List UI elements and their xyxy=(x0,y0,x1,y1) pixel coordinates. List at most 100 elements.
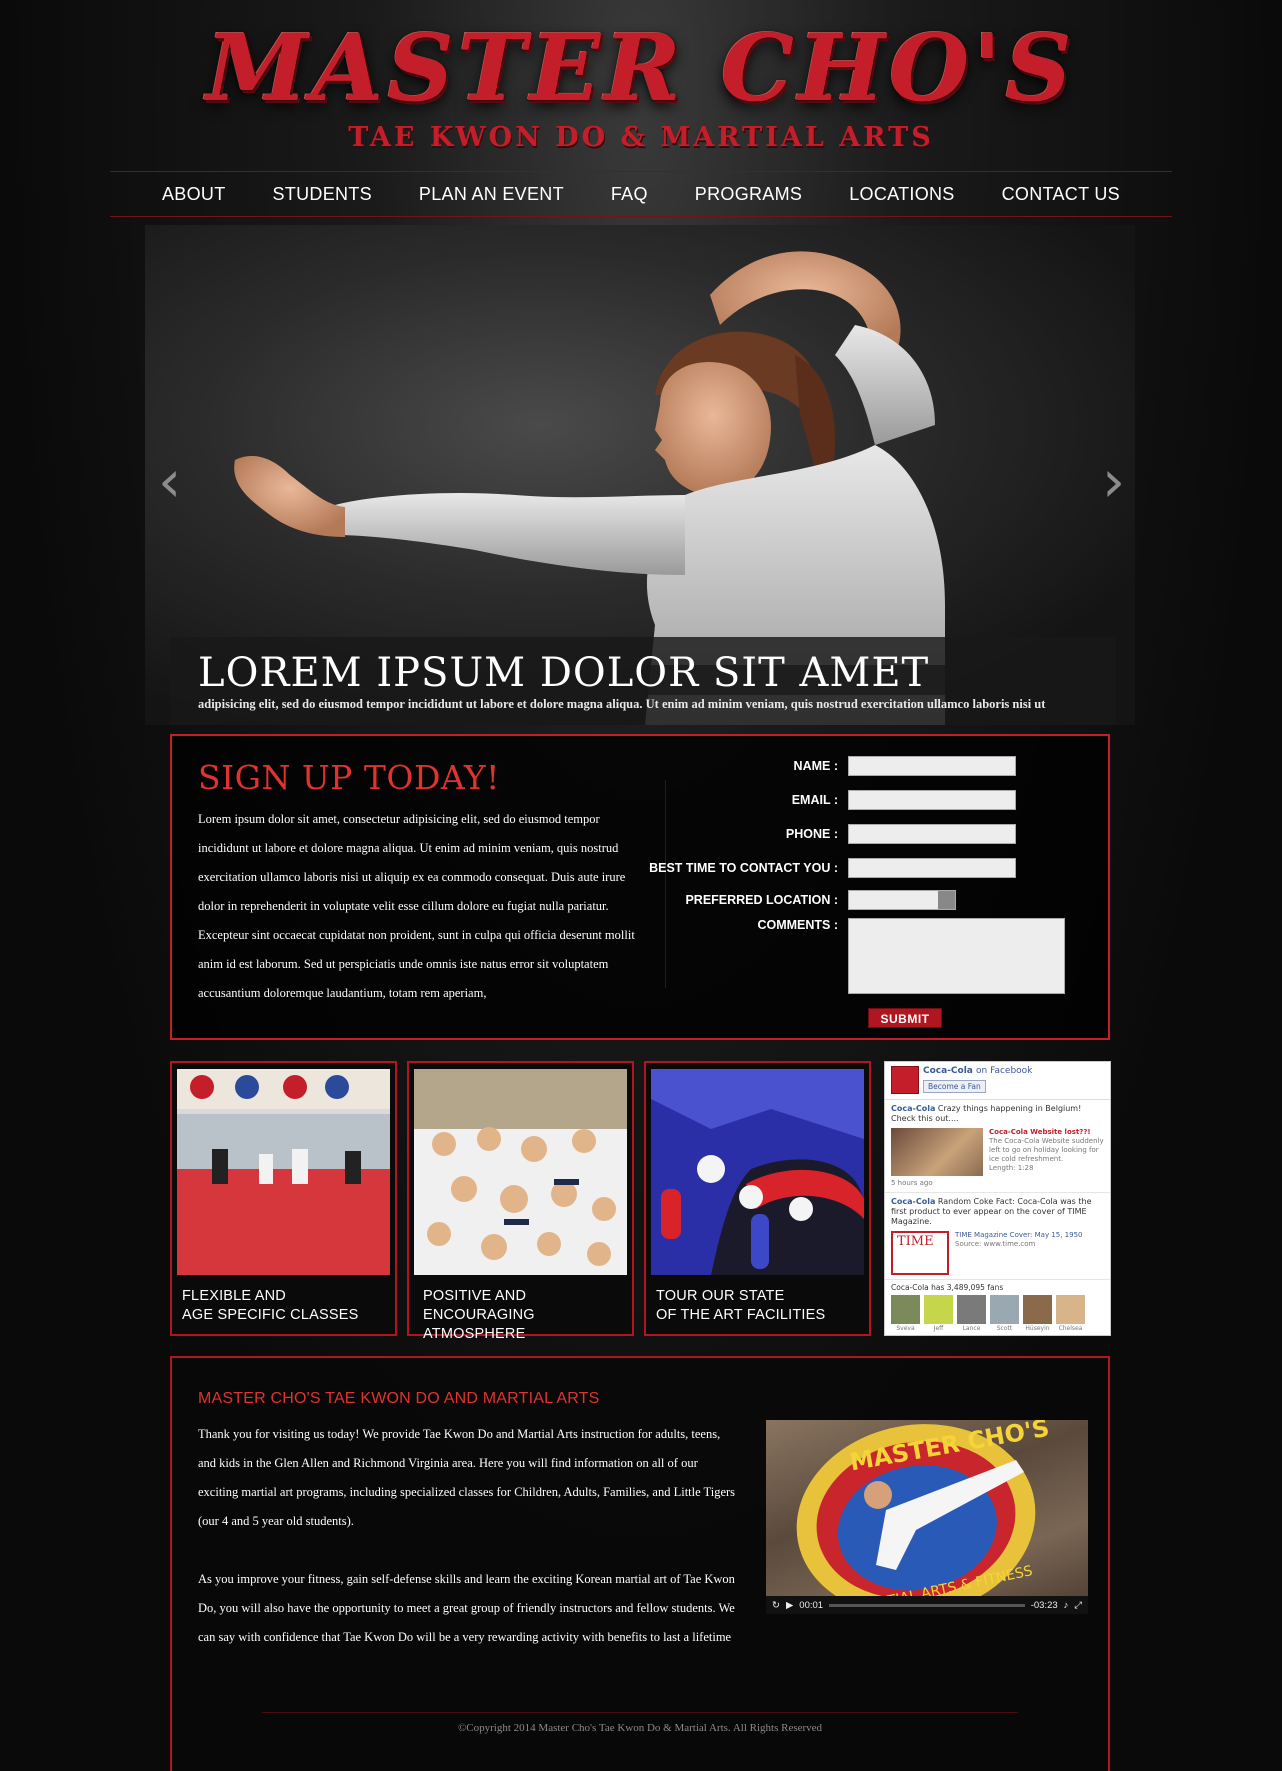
fan-name[interactable]: Scott xyxy=(990,1325,1019,1332)
fb-video-thumbnail[interactable] xyxy=(891,1128,983,1176)
tile-facilities-tour[interactable]: TOUR OUR STATE OF THE ART FACILITIES xyxy=(644,1061,871,1336)
video-time-remaining: -03:23 xyxy=(1030,1599,1058,1611)
fb-post: Coca-Cola Crazy things happening in Belg… xyxy=(885,1100,1110,1193)
nav-locations[interactable]: LOCATIONS xyxy=(849,184,954,205)
fb-attachment-info: TIME Magazine Cover: May 15, 1950 Source… xyxy=(955,1231,1083,1275)
phone-label: PHONE : xyxy=(785,827,838,841)
signup-panel: SIGN UP TODAY! Lorem ipsum dolor sit ame… xyxy=(170,734,1110,1040)
fb-attachment-link[interactable]: Coca-Cola Website lost??! xyxy=(989,1128,1104,1137)
fb-attachment-info: Coca-Cola Website lost??! The Coca-Cola … xyxy=(989,1128,1104,1176)
location-label: PREFERRED LOCATION : xyxy=(685,893,838,907)
fb-post-author[interactable]: Coca-Cola xyxy=(891,1197,935,1206)
hero-caption: LOREM IPSUM DOLOR SIT AMET adipisicing e… xyxy=(170,637,1116,725)
fullscreen-icon[interactable]: ⤢ xyxy=(1074,1600,1082,1611)
about-text: Thank you for visiting us today! We prov… xyxy=(198,1420,738,1652)
fan-avatar[interactable] xyxy=(1056,1295,1085,1324)
tile-photo-dojo-class xyxy=(177,1069,390,1275)
hero-title: LOREM IPSUM DOLOR SIT AMET xyxy=(198,650,930,696)
fb-page-name[interactable]: Coca-Cola on Facebook xyxy=(923,1066,1032,1076)
fb-attachment-desc: The Coca-Cola Website suddenly left to g… xyxy=(989,1137,1104,1163)
phone-field[interactable] xyxy=(848,824,1016,844)
tile-label-line1: FLEXIBLE AND xyxy=(182,1288,286,1304)
play-icon[interactable]: ▶ xyxy=(786,1600,793,1611)
fb-post-attachment: Coca-Cola Website lost??! The Coca-Cola … xyxy=(891,1128,1104,1176)
email-field[interactable] xyxy=(848,790,1016,810)
best-time-field[interactable] xyxy=(848,858,1016,878)
tile-label: FLEXIBLE AND AGE SPECIFIC CLASSES xyxy=(182,1287,392,1325)
comments-label: COMMENTS : xyxy=(757,918,838,932)
logo-title: MASTER CHO'S xyxy=(206,14,1076,122)
fb-post-attachment: TIME TIME Magazine Cover: May 15, 1950 S… xyxy=(891,1231,1104,1275)
fb-fan-count: Coca-Cola has 3,489,095 fans xyxy=(891,1283,1004,1292)
fan-name[interactable]: Hüseyin xyxy=(1023,1325,1052,1332)
phone-row: PHONE : xyxy=(588,824,1016,844)
about-paragraph-1: Thank you for visiting us today! We prov… xyxy=(198,1427,736,1528)
chevron-left-icon[interactable]: ‹ xyxy=(158,445,181,517)
best-time-label: BEST TIME TO CONTACT YOU : xyxy=(649,861,838,875)
tile-positive-atmosphere[interactable]: POSITIVE AND ENCOURAGING ATMOSPHERE xyxy=(407,1061,634,1342)
fan-name[interactable]: Chelsea xyxy=(1056,1325,1085,1332)
logo-tagline: TAE KWON DO & MARTIAL ARTS xyxy=(348,122,934,153)
fan-avatar[interactable] xyxy=(990,1295,1019,1324)
chevron-right-icon[interactable]: › xyxy=(1102,445,1125,517)
tile-photo-facility xyxy=(651,1069,864,1275)
fb-become-fan-button[interactable]: Become a Fan xyxy=(923,1080,986,1093)
fan-avatar[interactable] xyxy=(891,1295,920,1324)
location-row: PREFERRED LOCATION : xyxy=(588,890,956,910)
tile-label-line2: AGE SPECIFIC CLASSES xyxy=(182,1307,359,1323)
tile-label-line1: POSITIVE AND xyxy=(423,1288,527,1304)
name-row: NAME : xyxy=(588,756,1016,776)
tile-photo-students-cheering xyxy=(414,1069,627,1275)
name-field[interactable] xyxy=(848,756,1016,776)
replay-icon[interactable]: ↻ xyxy=(772,1600,780,1611)
main-nav: ABOUT STUDENTS PLAN AN EVENT FAQ PROGRAM… xyxy=(110,171,1172,217)
volume-icon[interactable]: ♪ xyxy=(1064,1600,1069,1611)
email-label: EMAIL : xyxy=(791,793,838,807)
time-thumb-text: TIME xyxy=(897,1234,934,1249)
tile-label-line2: OF THE ART FACILITIES xyxy=(656,1307,826,1323)
fb-page-title: Coca-Cola xyxy=(923,1066,973,1076)
nav-contact-us[interactable]: CONTACT US xyxy=(1002,184,1120,205)
location-select[interactable] xyxy=(848,890,956,910)
signup-intro: SIGN UP TODAY! Lorem ipsum dolor sit ame… xyxy=(198,758,638,1008)
video-time-elapsed: 00:01 xyxy=(799,1599,824,1611)
fan-avatar[interactable] xyxy=(957,1295,986,1324)
fb-post-author[interactable]: Coca-Cola xyxy=(891,1104,935,1113)
video-player[interactable]: MASTER CHO'S MARTIAL ARTS & FITNESS ↻ ▶ … xyxy=(766,1420,1088,1614)
fb-header: Coca-Cola on Facebook Become a Fan xyxy=(885,1062,1110,1100)
fb-attachment-link[interactable]: TIME Magazine Cover: May 15, 1950 xyxy=(955,1231,1083,1240)
footer-divider xyxy=(262,1712,1018,1713)
nav-programs[interactable]: PROGRAMS xyxy=(695,184,802,205)
facebook-widget[interactable]: Coca-Cola on Facebook Become a Fan Coca-… xyxy=(884,1061,1111,1336)
tile-label: POSITIVE AND ENCOURAGING ATMOSPHERE xyxy=(423,1287,633,1344)
video-scrubber[interactable] xyxy=(829,1603,1025,1607)
comments-textarea[interactable] xyxy=(848,918,1065,994)
fb-post-time: 5 hours ago xyxy=(891,1179,933,1187)
nav-about[interactable]: ABOUT xyxy=(162,184,226,205)
video-frame: MASTER CHO'S MARTIAL ARTS & FITNESS xyxy=(796,1420,1051,1596)
fb-attachment-length: Length: 1:28 xyxy=(989,1164,1034,1172)
fan-name[interactable]: Jeff xyxy=(924,1325,953,1332)
submit-button[interactable]: SUBMIT xyxy=(868,1008,942,1028)
nav-faq[interactable]: FAQ xyxy=(611,184,648,205)
fan-avatar[interactable] xyxy=(924,1295,953,1324)
nav-students[interactable]: STUDENTS xyxy=(273,184,372,205)
fan-avatar[interactable] xyxy=(1023,1295,1052,1324)
best-time-row: BEST TIME TO CONTACT YOU : xyxy=(588,858,1016,878)
time-magazine-thumbnail[interactable]: TIME xyxy=(891,1231,949,1275)
tile-label-line1: TOUR OUR STATE xyxy=(656,1288,785,1304)
fan-name[interactable]: Lance xyxy=(957,1325,986,1332)
name-label: NAME : xyxy=(793,759,838,773)
signup-title: SIGN UP TODAY! xyxy=(198,758,500,797)
fb-attachment-source: Source: www.time.com xyxy=(955,1240,1036,1248)
fan-name[interactable]: Sveva xyxy=(891,1325,920,1332)
copyright: ©Copyright 2014 Master Cho's Tae Kwon Do… xyxy=(457,1722,823,1734)
tile-label-line2: ENCOURAGING ATMOSPHERE xyxy=(423,1307,535,1342)
comments-row: COMMENTS : xyxy=(588,918,1065,994)
tile-flexible-classes[interactable]: FLEXIBLE AND AGE SPECIFIC CLASSES xyxy=(170,1061,397,1336)
nav-plan-an-event[interactable]: PLAN AN EVENT xyxy=(419,184,564,205)
about-section: MASTER CHO'S TAE KWON DO AND MARTIAL ART… xyxy=(170,1356,1110,1771)
about-paragraph-2: As you improve your fitness, gain self-d… xyxy=(198,1572,735,1644)
site-logo[interactable]: MASTER CHO'S TAE KWON DO & MARTIAL ARTS xyxy=(0,20,1282,153)
hero-subtitle: adipisicing elit, sed do eiusmod tempor … xyxy=(198,697,1046,711)
